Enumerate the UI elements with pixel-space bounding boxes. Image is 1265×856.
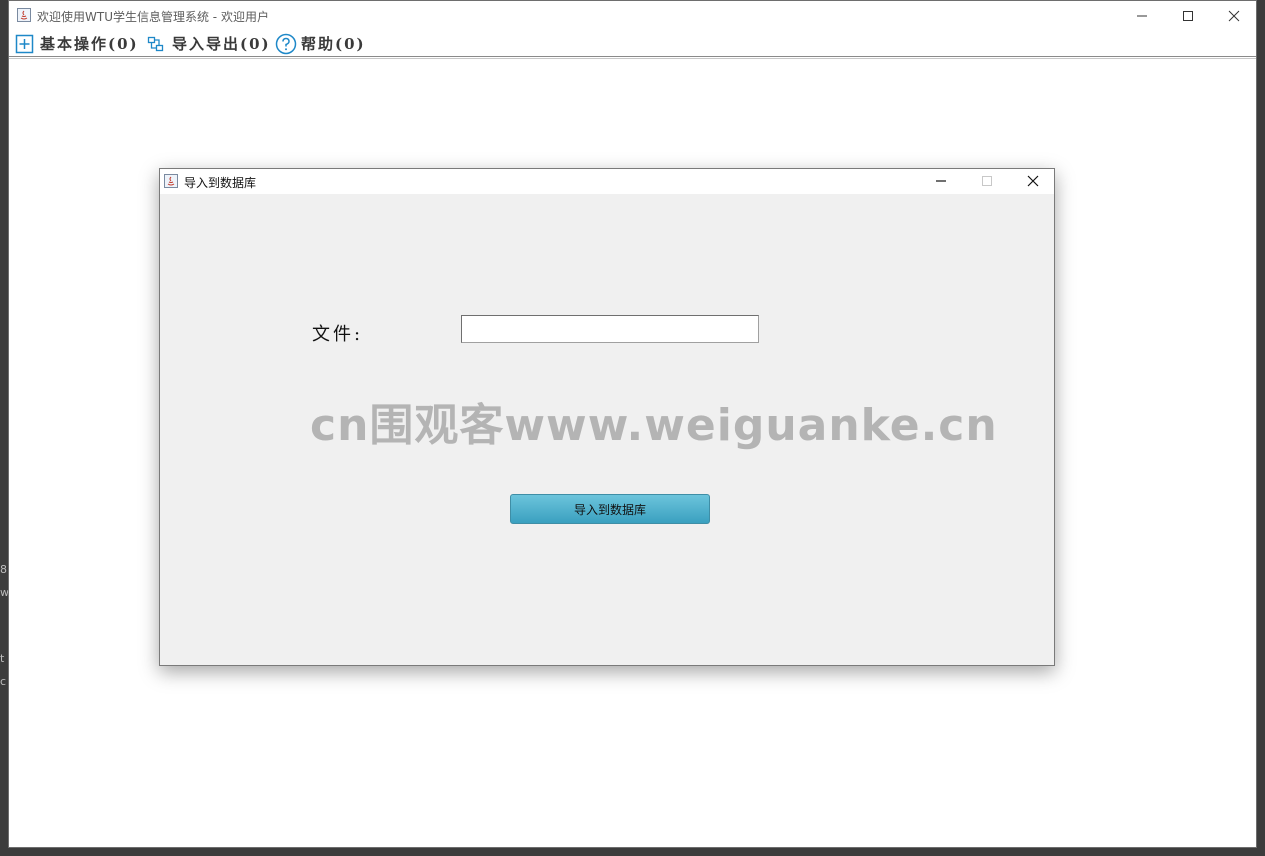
maximize-button[interactable] [1165, 1, 1211, 31]
help-circle-icon [275, 33, 297, 55]
dialog-maximize-button [964, 169, 1010, 194]
import-dialog: 导入到数据库 文件: cn围观客www.weiguanke.cn 导入到数据库 [159, 168, 1055, 666]
main-title-bar[interactable]: 欢迎使用WTU学生信息管理系统 - 欢迎用户 [9, 1, 1256, 31]
file-path-input[interactable] [461, 315, 759, 343]
menu-bar: 基本操作(0) 导入导出(0) 帮助(0) [9, 31, 1256, 59]
main-window-title: 欢迎使用WTU学生信息管理系统 - 欢迎用户 [37, 10, 269, 24]
menu-label: 基本操作(0) [40, 35, 139, 53]
watermark-text: cn围观客www.weiguanke.cn [310, 400, 998, 451]
dialog-title-bar[interactable]: 导入到数据库 [160, 169, 1054, 194]
dialog-title: 导入到数据库 [184, 176, 257, 190]
desktop-fragment: c [0, 675, 7, 688]
java-app-icon [164, 174, 178, 188]
plus-square-icon [14, 33, 36, 55]
menu-help[interactable]: 帮助(0) [275, 31, 366, 56]
desktop-fragment: 8 [0, 563, 7, 576]
menu-import-export[interactable]: 导入导出(0) [146, 31, 271, 56]
file-label: 文件: [312, 324, 364, 345]
close-button[interactable] [1211, 1, 1257, 31]
minimize-button[interactable] [1119, 1, 1165, 31]
menu-label: 帮助(0) [301, 35, 366, 53]
import-to-database-button[interactable]: 导入到数据库 [510, 494, 710, 524]
java-app-icon [17, 8, 31, 22]
dialog-close-button[interactable] [1010, 169, 1056, 194]
desktop-fragment: t [0, 652, 5, 665]
menu-basic-operations[interactable]: 基本操作(0) [14, 31, 139, 56]
dialog-minimize-button[interactable] [918, 169, 964, 194]
hierarchy-icon [146, 33, 168, 55]
menu-label: 导入导出(0) [172, 35, 271, 53]
